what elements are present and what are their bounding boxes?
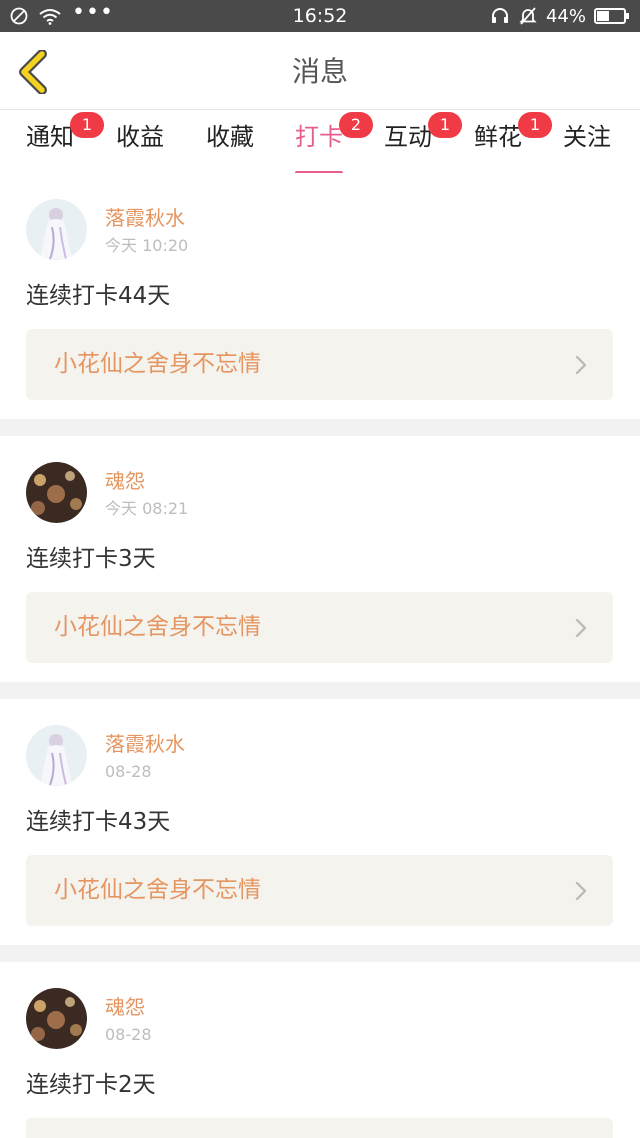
unread-badge: 2 <box>339 112 373 138</box>
avatar-lights <box>26 988 87 1049</box>
tab-follow[interactable]: 关注 <box>563 122 611 166</box>
chevron-right-icon <box>575 881 587 901</box>
tab-label: 打卡 <box>295 123 343 151</box>
battery-icon <box>594 8 629 24</box>
card-separator <box>0 682 640 699</box>
chevron-right-icon <box>575 355 587 375</box>
battery-percent: 44% <box>545 5 586 27</box>
tab-label: 关注 <box>563 123 611 151</box>
tab-label: 收藏 <box>206 123 254 151</box>
checkin-text: 连续打卡43天 <box>26 809 171 835</box>
timestamp: 08-28 <box>105 762 152 781</box>
message-card: 魂怨 今天 08:21 连续打卡3天 小花仙之舍身不忘情 <box>0 436 640 682</box>
username[interactable]: 魂怨 <box>105 995 145 1019</box>
chevron-right-icon <box>575 618 587 638</box>
avatar-white-dress <box>26 199 87 260</box>
timestamp: 今天 10:20 <box>105 236 189 255</box>
unread-badge: 1 <box>518 112 552 138</box>
work-title: 小花仙之舍身不忘情 <box>54 877 261 903</box>
tab-flowers[interactable]: 鲜花 1 <box>474 112 552 166</box>
tab-label: 互动 <box>384 123 432 151</box>
card-separator <box>0 945 640 962</box>
status-right-icons: 44% <box>490 5 630 27</box>
work-link[interactable]: 小花仙之舍身不忘情 <box>26 855 613 926</box>
checkin-text: 连续打卡44天 <box>26 283 171 309</box>
tab-earnings[interactable]: 收益 <box>116 122 164 166</box>
message-card: 魂怨 08-28 连续打卡2天 <box>0 962 640 1138</box>
username[interactable]: 落霞秋水 <box>105 732 185 756</box>
avatar-lights <box>26 462 87 523</box>
tab-checkin[interactable]: 打卡 2 <box>295 112 373 175</box>
avatar[interactable] <box>26 462 87 523</box>
message-card: 落霞秋水 08-28 连续打卡43天 小花仙之舍身不忘情 <box>0 699 640 945</box>
username[interactable]: 魂怨 <box>105 469 145 493</box>
status-bar: ••• 16:52 44% <box>0 0 640 32</box>
timestamp: 08-28 <box>105 1025 152 1044</box>
work-link[interactable]: 小花仙之舍身不忘情 <box>26 592 613 663</box>
card-separator <box>0 419 640 436</box>
headset-icon <box>491 8 508 23</box>
tab-label: 鲜花 <box>474 123 522 151</box>
tab-favorites[interactable]: 收藏 <box>206 122 254 166</box>
tab-notifications[interactable]: 通知 1 <box>26 112 104 166</box>
work-link[interactable] <box>26 1118 613 1138</box>
checkin-text: 连续打卡3天 <box>26 546 156 572</box>
unread-badge: 1 <box>70 112 104 138</box>
checkin-text: 连续打卡2天 <box>26 1072 156 1098</box>
header: 消息 <box>0 32 640 110</box>
tab-label: 通知 <box>26 123 74 151</box>
work-title: 小花仙之舍身不忘情 <box>54 614 261 640</box>
timestamp: 今天 08:21 <box>105 499 189 518</box>
avatar[interactable] <box>26 725 87 786</box>
unread-badge: 1 <box>428 112 462 138</box>
tab-interaction[interactable]: 互动 1 <box>384 112 462 166</box>
tab-bar: 通知 1 收益 收藏 打卡 2 互动 1 鲜花 1 关注 <box>0 110 640 175</box>
message-card: 落霞秋水 今天 10:20 连续打卡44天 小花仙之舍身不忘情 <box>0 173 640 419</box>
work-title: 小花仙之舍身不忘情 <box>54 351 261 377</box>
work-link[interactable]: 小花仙之舍身不忘情 <box>26 329 613 400</box>
avatar[interactable] <box>26 199 87 260</box>
avatar-white-dress <box>26 725 87 786</box>
page-title: 消息 <box>291 55 348 88</box>
mute-icon <box>519 7 537 25</box>
avatar[interactable] <box>26 988 87 1049</box>
tab-label: 收益 <box>116 123 164 151</box>
username[interactable]: 落霞秋水 <box>105 206 185 230</box>
